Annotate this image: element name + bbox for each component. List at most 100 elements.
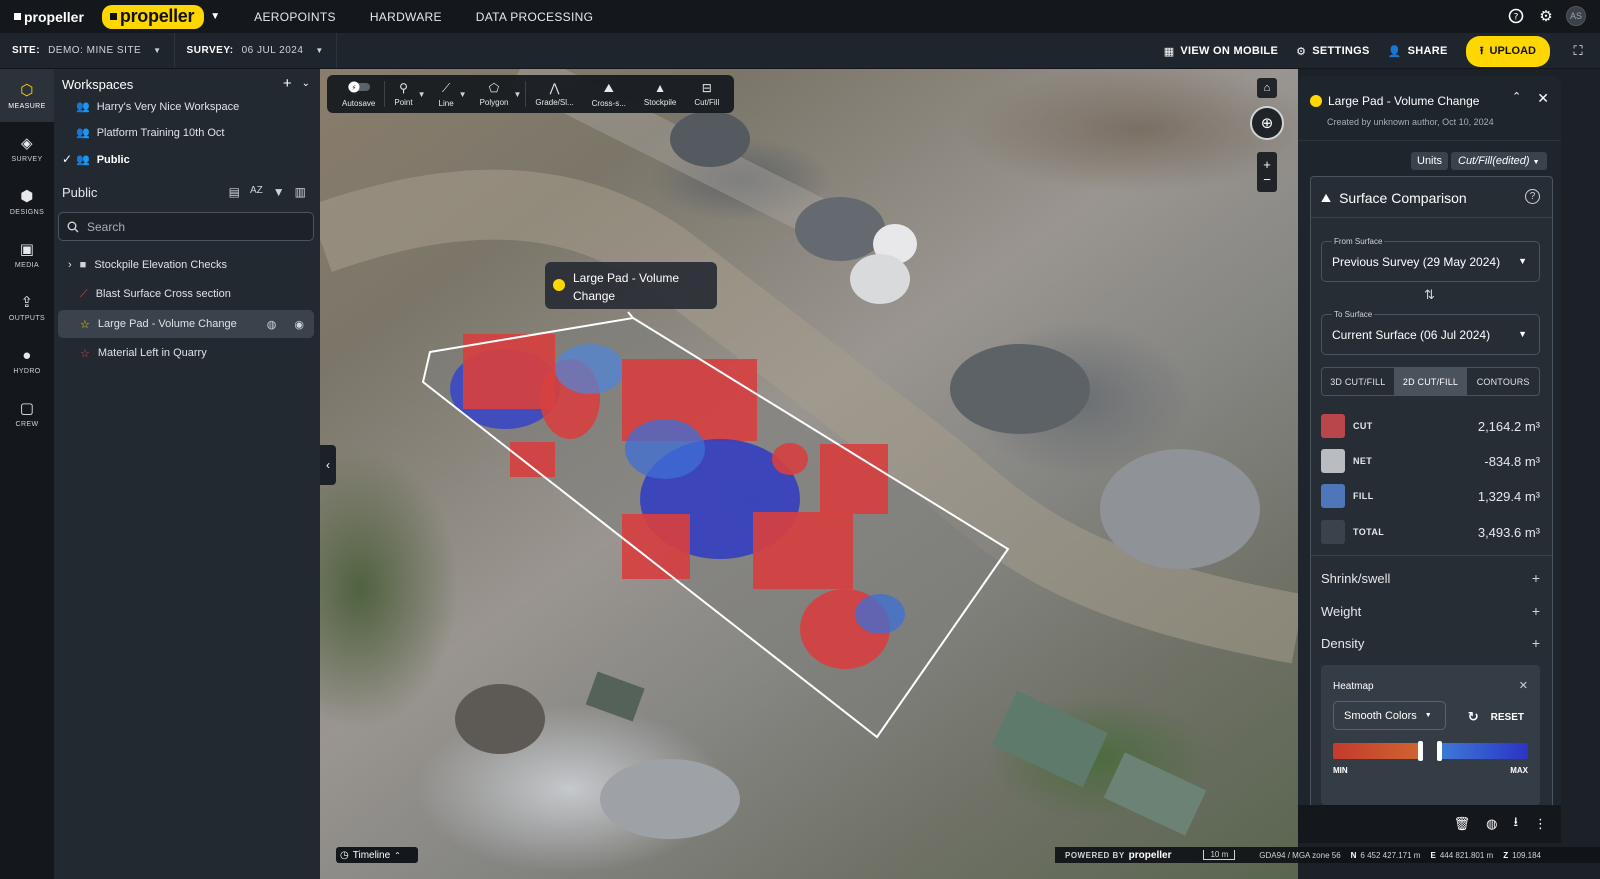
add-folder-icon[interactable]: ▥ [295,185,306,199]
chevron-down-icon: ▼ [153,46,162,55]
swap-icon[interactable]: ⇅ [1424,287,1435,303]
nav-aeropoints[interactable]: AEROPOINTS [254,10,336,24]
workspace-item[interactable]: 👥 Harry's Very Nice Workspace [76,100,239,114]
layer-item-active[interactable]: ☆ Large Pad - Volume Change ◍ ◉ [58,310,314,338]
weight-expander[interactable]: Weight + [1321,603,1540,619]
tab-3d-cut-fill[interactable]: 3D CUT/FILL [1322,368,1394,395]
brand-logo[interactable]: propeller [14,9,84,25]
polygon-icon: ⬡ [20,82,34,99]
chevron-down-icon[interactable]: ▼ [513,90,521,99]
sort-az-icon[interactable]: AZ [250,185,263,199]
rail-media[interactable]: ▣ MEDIA [0,228,54,281]
chevron-down-icon[interactable]: ⌄ [302,78,310,92]
workspace-item-public[interactable]: 👥 Public [76,153,130,167]
rail-hydro[interactable]: ● HYDRO [0,334,54,387]
layer-item[interactable]: ⟋ Blast Surface Cross section [58,280,314,308]
filter-icon[interactable]: ▼ [273,185,285,199]
chevron-down-icon[interactable]: ▼ [210,11,220,22]
search-icon [67,221,79,232]
eye-icon[interactable]: ◉ [294,318,304,331]
help-icon[interactable]: ? [1525,189,1540,204]
cut-fill-tool[interactable]: ⊟ Cut/Fill [685,75,728,113]
image-icon: ▣ [19,241,35,258]
tab-2d-cut-fill[interactable]: 2D CUT/FILL [1393,368,1467,395]
refresh-icon: ↻ [1467,709,1479,724]
units-button[interactable]: Units [1411,152,1449,170]
clock-icon: ◷ [340,849,349,861]
zoom-in-icon[interactable]: + [1263,157,1271,172]
rail-outputs[interactable]: ⇪ OUTPUTS [0,281,54,334]
chevron-down-icon[interactable]: ▼ [459,90,467,99]
rail-survey[interactable]: ◈ SURVEY [0,122,54,175]
grade-slope-tool[interactable]: ⋀ Grade/Sl... [526,75,582,113]
add-workspace-icon[interactable]: + [283,75,292,92]
close-icon[interactable]: ✕ [1537,90,1549,107]
search-input[interactable] [87,219,287,234]
site-selector[interactable]: SITE: DEMO: MINE SITE ▼ [0,33,175,68]
rail-designs[interactable]: ⬢ DESIGNS [0,175,54,228]
min-slider-handle[interactable] [1418,741,1423,761]
chevron-down-icon[interactable]: ▼ [418,90,426,99]
point-tool[interactable]: ⚲ Point [385,75,421,113]
globe-icon[interactable]: ◍ [267,318,277,331]
nav-hardware[interactable]: HARDWARE [370,10,442,24]
collapse-panel-icon[interactable]: ‹ [320,445,336,485]
people-icon: 👥 [76,127,90,139]
water-drop-icon: ● [22,346,32,364]
measurement-type-select[interactable]: Cut/Fill(edited) ▼ [1451,152,1547,170]
more-icon[interactable]: ⋮ [1534,816,1547,832]
trash-icon[interactable]: 🗑 [1454,816,1471,832]
color-swatch [1321,414,1345,438]
upload-icon: ⭱ [1479,44,1484,57]
from-surface-select[interactable]: From Surface Previous Survey (29 May 202… [1321,237,1540,282]
layer-item[interactable]: ☆ Material Left in Quarry [58,339,314,367]
volume-row-fill: FILL 1,329.4 m³ [1321,484,1540,508]
globe-icon[interactable]: ◍ [1486,816,1497,832]
fullscreen-icon[interactable]: ⛶ [1568,41,1588,61]
stockpile-tool[interactable]: ▲ Stockpile [635,75,685,113]
top-nav: propeller propeller ▼ AEROPOINTS HARDWAR… [0,0,1600,33]
help-icon[interactable]: ? [1506,6,1526,26]
chevron-up-icon[interactable]: ⌃ [1512,90,1521,107]
nav-data-processing[interactable]: DATA PROCESSING [476,10,593,24]
new-folder-icon[interactable]: ▤ [229,185,240,199]
map-label[interactable]: Large Pad - Volume Change [545,262,717,309]
reset-button[interactable]: ↻ RESET [1468,709,1524,725]
share-button[interactable]: 👤 SHARE [1388,45,1448,58]
rail-crew[interactable]: ▢ CREW [0,387,54,440]
upload-button[interactable]: ⭱ UPLOAD [1465,35,1550,67]
layer-color-dot [553,279,565,291]
survey-selector[interactable]: SURVEY: 06 JUL 2024 ▼ [175,33,337,68]
polygon-icon: ☆ [80,347,90,360]
product-switcher[interactable]: propeller [101,4,205,29]
gear-icon[interactable]: ⚙ [1536,6,1556,26]
cross-section-tool[interactable]: ⛰ Cross-s... [583,75,635,113]
density-expander[interactable]: Density + [1321,635,1540,651]
shrink-swell-expander[interactable]: Shrink/swell + [1321,570,1540,586]
aerial-imagery [320,69,1298,839]
autosave-toggle[interactable]: ⚡ Autosave [333,75,384,113]
avatar[interactable]: AS [1566,6,1586,26]
map-canvas[interactable] [320,69,1298,879]
layer-item[interactable]: › ■ Stockpile Elevation Checks [58,251,314,279]
timeline-button[interactable]: ◷ Timeline ⌃ [336,847,418,863]
max-slider-handle[interactable] [1437,741,1442,761]
polygon-tool[interactable]: ⬠ Polygon [471,75,518,113]
view-on-mobile-button[interactable]: ▦ VIEW ON MOBILE [1164,45,1278,58]
check-icon: ✓ [62,152,73,166]
download-icon[interactable]: ⭳ [1513,813,1518,835]
search-box[interactable] [58,212,314,241]
rail-measure[interactable]: ⬡ MEASURE [0,69,54,122]
color-swatch [1321,449,1345,473]
home-icon[interactable]: ⌂ [1257,78,1277,98]
heatmap-color-select[interactable]: Smooth Colors ▼ [1333,701,1446,730]
chevron-right-icon[interactable]: › [68,259,72,271]
workspace-item[interactable]: 👥 Platform Training 10th Oct [76,126,224,140]
close-icon[interactable]: ✕ [1519,679,1528,692]
settings-button[interactable]: ⚙ SETTINGS [1296,45,1370,58]
zoom-out-icon[interactable]: − [1263,172,1271,187]
measurement-panel: Large Pad - Volume Change Created by unk… [1298,76,1561,843]
tab-contours[interactable]: CONTOURS [1466,368,1539,395]
to-surface-select[interactable]: To Surface Current Surface (06 Jul 2024)… [1321,310,1540,355]
compass-globe-icon[interactable]: ⊕ [1250,106,1284,140]
